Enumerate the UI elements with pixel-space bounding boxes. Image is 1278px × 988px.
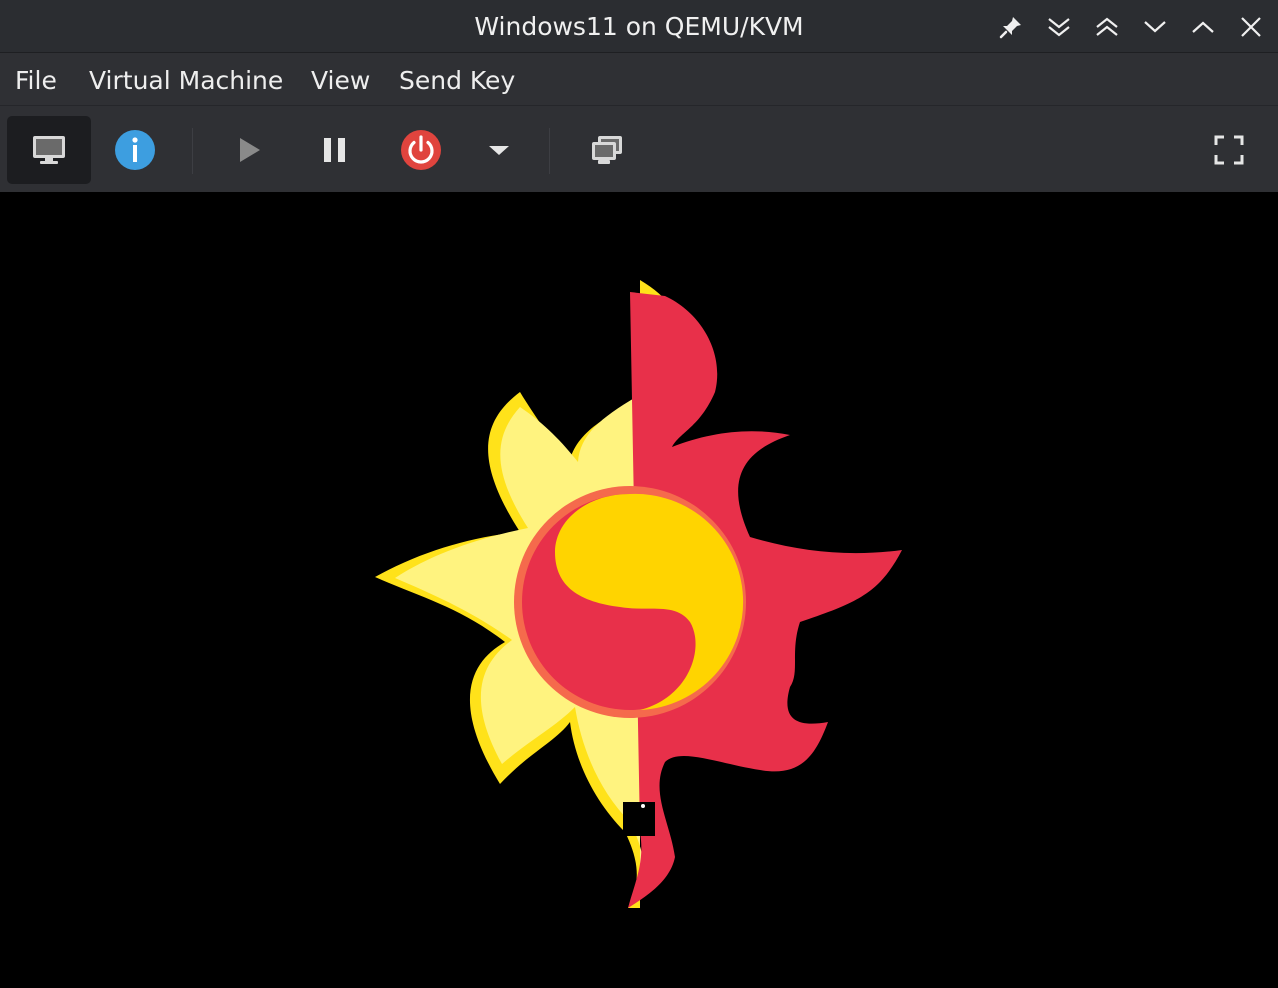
play-icon [240,138,260,162]
minimize-button[interactable] [1138,10,1172,44]
vm-viewer-window: Windows11 on QEMU/KVM File Virtual Machi… [0,0,1278,988]
vm-display[interactable] [0,192,1278,988]
power-icon [401,130,441,170]
pause-button[interactable] [296,116,374,184]
console-button[interactable] [7,116,91,184]
monitor-icon [33,136,65,164]
pin-button[interactable] [994,10,1028,44]
shutdown-menu-button[interactable] [474,116,524,184]
toolbar-separator [549,128,550,174]
chevron-down-icon [1144,21,1166,33]
close-icon [1241,17,1261,37]
run-button[interactable] [210,116,288,184]
dropdown-arrow-icon [489,146,509,155]
info-icon [115,130,155,170]
sun-core [514,486,746,718]
shutdown-button[interactable] [382,116,460,184]
snapshots-button[interactable] [568,116,646,184]
toolbar-separator [192,128,193,174]
fullscreen-icon [1214,135,1244,165]
menu-bar: File Virtual Machine View Send Key [0,53,1278,106]
fullscreen-button[interactable] [1190,116,1268,184]
cursor-dot [641,804,645,808]
snapshots-icon [592,136,622,164]
menu-send-key[interactable]: Send Key [399,53,515,106]
double-chevron-up-icon [1096,17,1118,36]
chevron-up-icon [1192,21,1214,33]
menu-view[interactable]: View [311,53,370,106]
maximize-button[interactable] [1186,10,1220,44]
keep-above-button[interactable] [1090,10,1124,44]
sunset-shimmer-logo [375,280,902,908]
mouse-cursor [623,802,655,836]
title-bar[interactable]: Windows11 on QEMU/KVM [0,0,1278,53]
pause-icon [324,138,345,162]
details-button[interactable] [96,116,174,184]
pin-icon [999,17,1021,39]
menu-file[interactable]: File [15,53,57,106]
menu-virtual-machine[interactable]: Virtual Machine [89,53,283,106]
double-chevron-down-icon [1048,18,1070,37]
toolbar [0,106,1278,192]
close-button[interactable] [1234,10,1268,44]
keep-below-button[interactable] [1042,10,1076,44]
window-title: Windows11 on QEMU/KVM [474,12,804,41]
